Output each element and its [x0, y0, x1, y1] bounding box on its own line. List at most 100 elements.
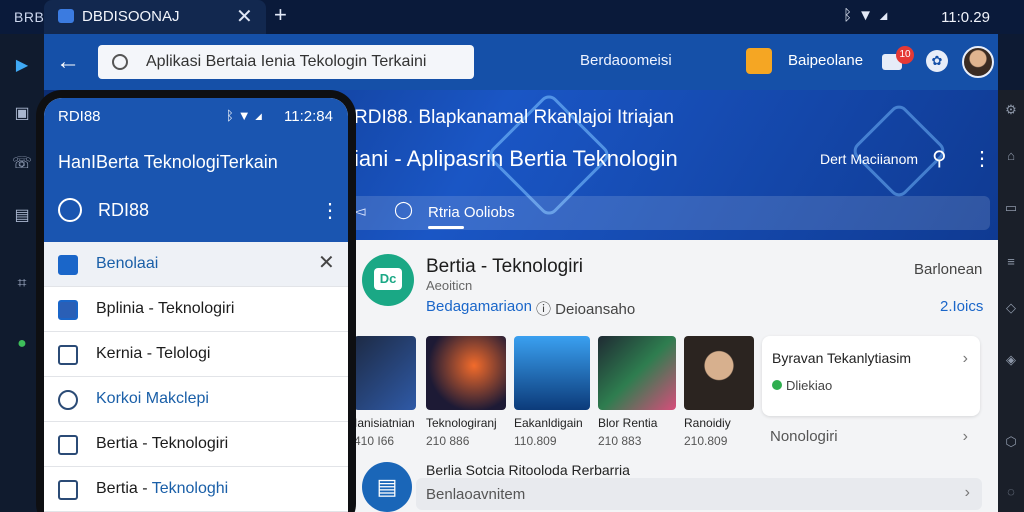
thumb-title: Teknologiranj — [426, 416, 497, 430]
side-card-status: Dliekiao — [772, 378, 832, 393]
chevron-right-icon: › — [962, 350, 968, 367]
side-row-label: Nonologiri — [770, 428, 838, 445]
list-icon[interactable]: ≡ — [1003, 254, 1019, 270]
screenshot-image — [514, 336, 590, 410]
settings-circle-icon[interactable]: ● — [12, 334, 32, 354]
thumb-title: Ranoidiy — [684, 416, 731, 430]
app-badge-icon[interactable] — [746, 48, 772, 74]
thumb-subtitle: 410 I66 — [354, 434, 395, 448]
tab-title: DBDISOONAJ — [82, 8, 180, 25]
list-item-label: Kernia - Telologi — [96, 345, 211, 362]
phone-menu-list: Benolaai ✕ Bplinia - Teknologiri Kernia … — [44, 242, 348, 512]
phone-status-icons: ᛒ▼◢ — [226, 108, 267, 123]
thumb-title: Ianisiatnian — [354, 416, 415, 430]
app-logo-glyph-icon: Dc — [374, 268, 402, 290]
screenshot-image — [426, 336, 506, 410]
thumb-title: Blor Rentia — [598, 416, 658, 430]
hero-right-label[interactable]: Dert Maciianom — [820, 151, 918, 167]
site-info-icon[interactable] — [112, 54, 128, 70]
side-row[interactable]: Nonologiri › — [770, 428, 980, 446]
list-item[interactable]: Bplinia - Teknologiri — [44, 287, 348, 332]
app-title[interactable]: Bertia - Teknologiri — [426, 256, 583, 278]
list-item[interactable]: Bertia - Teknologiri — [44, 422, 348, 467]
hero-subtitle: iani - Aplipasrin Bertia Teknologin — [354, 146, 678, 171]
thumb-subtitle: 210.809 — [684, 434, 728, 448]
cart-icon[interactable]: ⬡ — [1003, 434, 1019, 450]
tab-active[interactable]: Rtria Ooliobs — [428, 204, 515, 221]
clipboard-icon[interactable]: ▤ — [12, 206, 32, 226]
item2-row-label: Benlaoavnitem — [426, 486, 526, 503]
list-item-label: Bertia - Teknologiri — [96, 435, 229, 452]
gear-icon[interactable]: ⚙ — [1003, 102, 1019, 118]
image-icon — [58, 300, 78, 320]
phone-sub-label[interactable]: RDI88 — [98, 200, 149, 221]
thumb-subtitle: 110.809 — [514, 434, 557, 448]
screenshot-thumb[interactable]: Teknologiranj 210 886 — [426, 336, 506, 448]
layers-icon[interactable]: ◇ — [1003, 300, 1019, 316]
tab-favicon-icon — [58, 9, 74, 23]
search-icon[interactable]: ⚲ — [932, 146, 947, 171]
close-icon[interactable]: ✕ — [318, 250, 335, 275]
tab-close-icon[interactable]: ✕ — [236, 4, 253, 29]
screenshot-thumb[interactable]: Blor Rentia 210 883 — [598, 336, 676, 448]
list-item-label: Korkoi Makclepi — [96, 390, 209, 407]
list-item[interactable]: Korkoi Makclepi — [44, 377, 348, 422]
bookmark-icon[interactable]: ⌂ — [1003, 148, 1019, 164]
window-icon[interactable]: ▣ — [12, 104, 32, 124]
item2-title[interactable]: Berlia Sotcia Ritooloda Rerbarria — [426, 462, 630, 478]
item2-logo-icon[interactable]: ▤ — [362, 462, 412, 512]
map-icon[interactable]: ⌗ — [12, 274, 32, 294]
compass-icon[interactable] — [58, 198, 82, 222]
phone-icon[interactable]: ☏ — [12, 154, 32, 174]
search-icon[interactable]: ◯ — [394, 200, 413, 220]
window-icon[interactable]: ▭ — [1003, 200, 1019, 216]
list-item-label-highlight: Teknologhi — [151, 480, 229, 497]
phone-screen: RDI88 ᛒ▼◢ 11:2:84 HanIBerta TeknologiTer… — [44, 98, 348, 512]
list-item[interactable]: Kernia - Telologi — [44, 332, 348, 377]
app-info: ⓘ Deioansaho — [536, 301, 636, 318]
more-vert-icon[interactable]: ⋮ — [320, 198, 340, 223]
screenshot-image — [598, 336, 676, 410]
grid-icon — [58, 435, 78, 455]
phone-time: 11:2:84 — [284, 108, 333, 125]
app-developer-link[interactable]: Bedagamariaon — [426, 298, 532, 315]
screenshot-thumb[interactable]: Ranoidiy 210.809 — [684, 336, 754, 448]
side-info-card[interactable]: Byravan Tekanlytiasim Dliekiao › — [762, 336, 980, 416]
back-arrow-icon[interactable]: ← — [56, 48, 80, 76]
toolbar-center-label[interactable]: Berdaoomeisi — [580, 52, 672, 69]
right-side-rail: ⚙ ⌂ ▭ ≡ ◇ ◈ ⬡ ◌ — [998, 90, 1024, 512]
browser-tab[interactable]: DBDISOONAJ ✕ — [44, 0, 266, 34]
cube-icon — [58, 345, 78, 365]
app-right-value[interactable]: 2.Ioics — [940, 298, 983, 315]
list-item-label-part: Bertia - — [96, 480, 152, 497]
phone-carrier: RDI88 — [58, 108, 101, 125]
chat-icon[interactable]: ◌ — [1003, 484, 1019, 500]
list-item-label: Bplinia - Teknologiri — [96, 300, 235, 317]
app-subtitle: Aeoiticn — [426, 278, 473, 293]
play-store-icon[interactable]: ▶ — [12, 56, 32, 76]
app-logo[interactable]: Dc — [362, 254, 414, 306]
list-item[interactable]: Benolaai ✕ — [44, 242, 348, 287]
address-text[interactable]: Aplikasi Bertaia Ienia Tekologin Terkain… — [146, 53, 426, 71]
item2-row[interactable]: Benlaoavnitem › — [416, 478, 982, 510]
system-status-icons: ᛒ▼◢ — [843, 7, 894, 24]
shield-icon[interactable]: ◈ — [1003, 352, 1019, 368]
os-title-bar: BRBII DBDISOONAJ ✕ + ᛒ▼◢ 11:0.29 — [0, 0, 1024, 34]
system-time: 11:0.29 — [941, 9, 990, 26]
notification-badge[interactable]: 10 — [896, 46, 914, 64]
screenshot-thumb[interactable]: Eakanldigain 110.809 — [514, 336, 590, 448]
status-dot-icon — [772, 380, 782, 390]
extension-icon[interactable]: ✿ — [926, 50, 948, 72]
address-bar[interactable]: Aplikasi Bertaia Ienia Tekologin Terkain… — [98, 45, 474, 79]
hero-tab-bar: ◅ ◯ Rtria Ooliobs — [344, 196, 990, 230]
user-avatar[interactable] — [962, 46, 994, 78]
list-item-label: Bertia - Teknologhi — [96, 480, 228, 498]
toolbar-label[interactable]: Baipeolane — [788, 52, 863, 69]
new-tab-plus-icon[interactable]: + — [274, 2, 287, 28]
list-item[interactable]: Bertia - Teknologhi — [44, 467, 348, 512]
phone-status-bar: RDI88 ᛒ▼◢ 11:2:84 — [44, 98, 348, 134]
screenshot-thumb[interactable]: Ianisiatnian 410 I66 — [354, 336, 416, 448]
more-vert-icon[interactable]: ⋮ — [972, 146, 992, 171]
phone-mockup: RDI88 ᛒ▼◢ 11:2:84 HanIBerta TeknologiTer… — [36, 90, 356, 512]
app-right-label[interactable]: Barlonean — [914, 261, 982, 278]
